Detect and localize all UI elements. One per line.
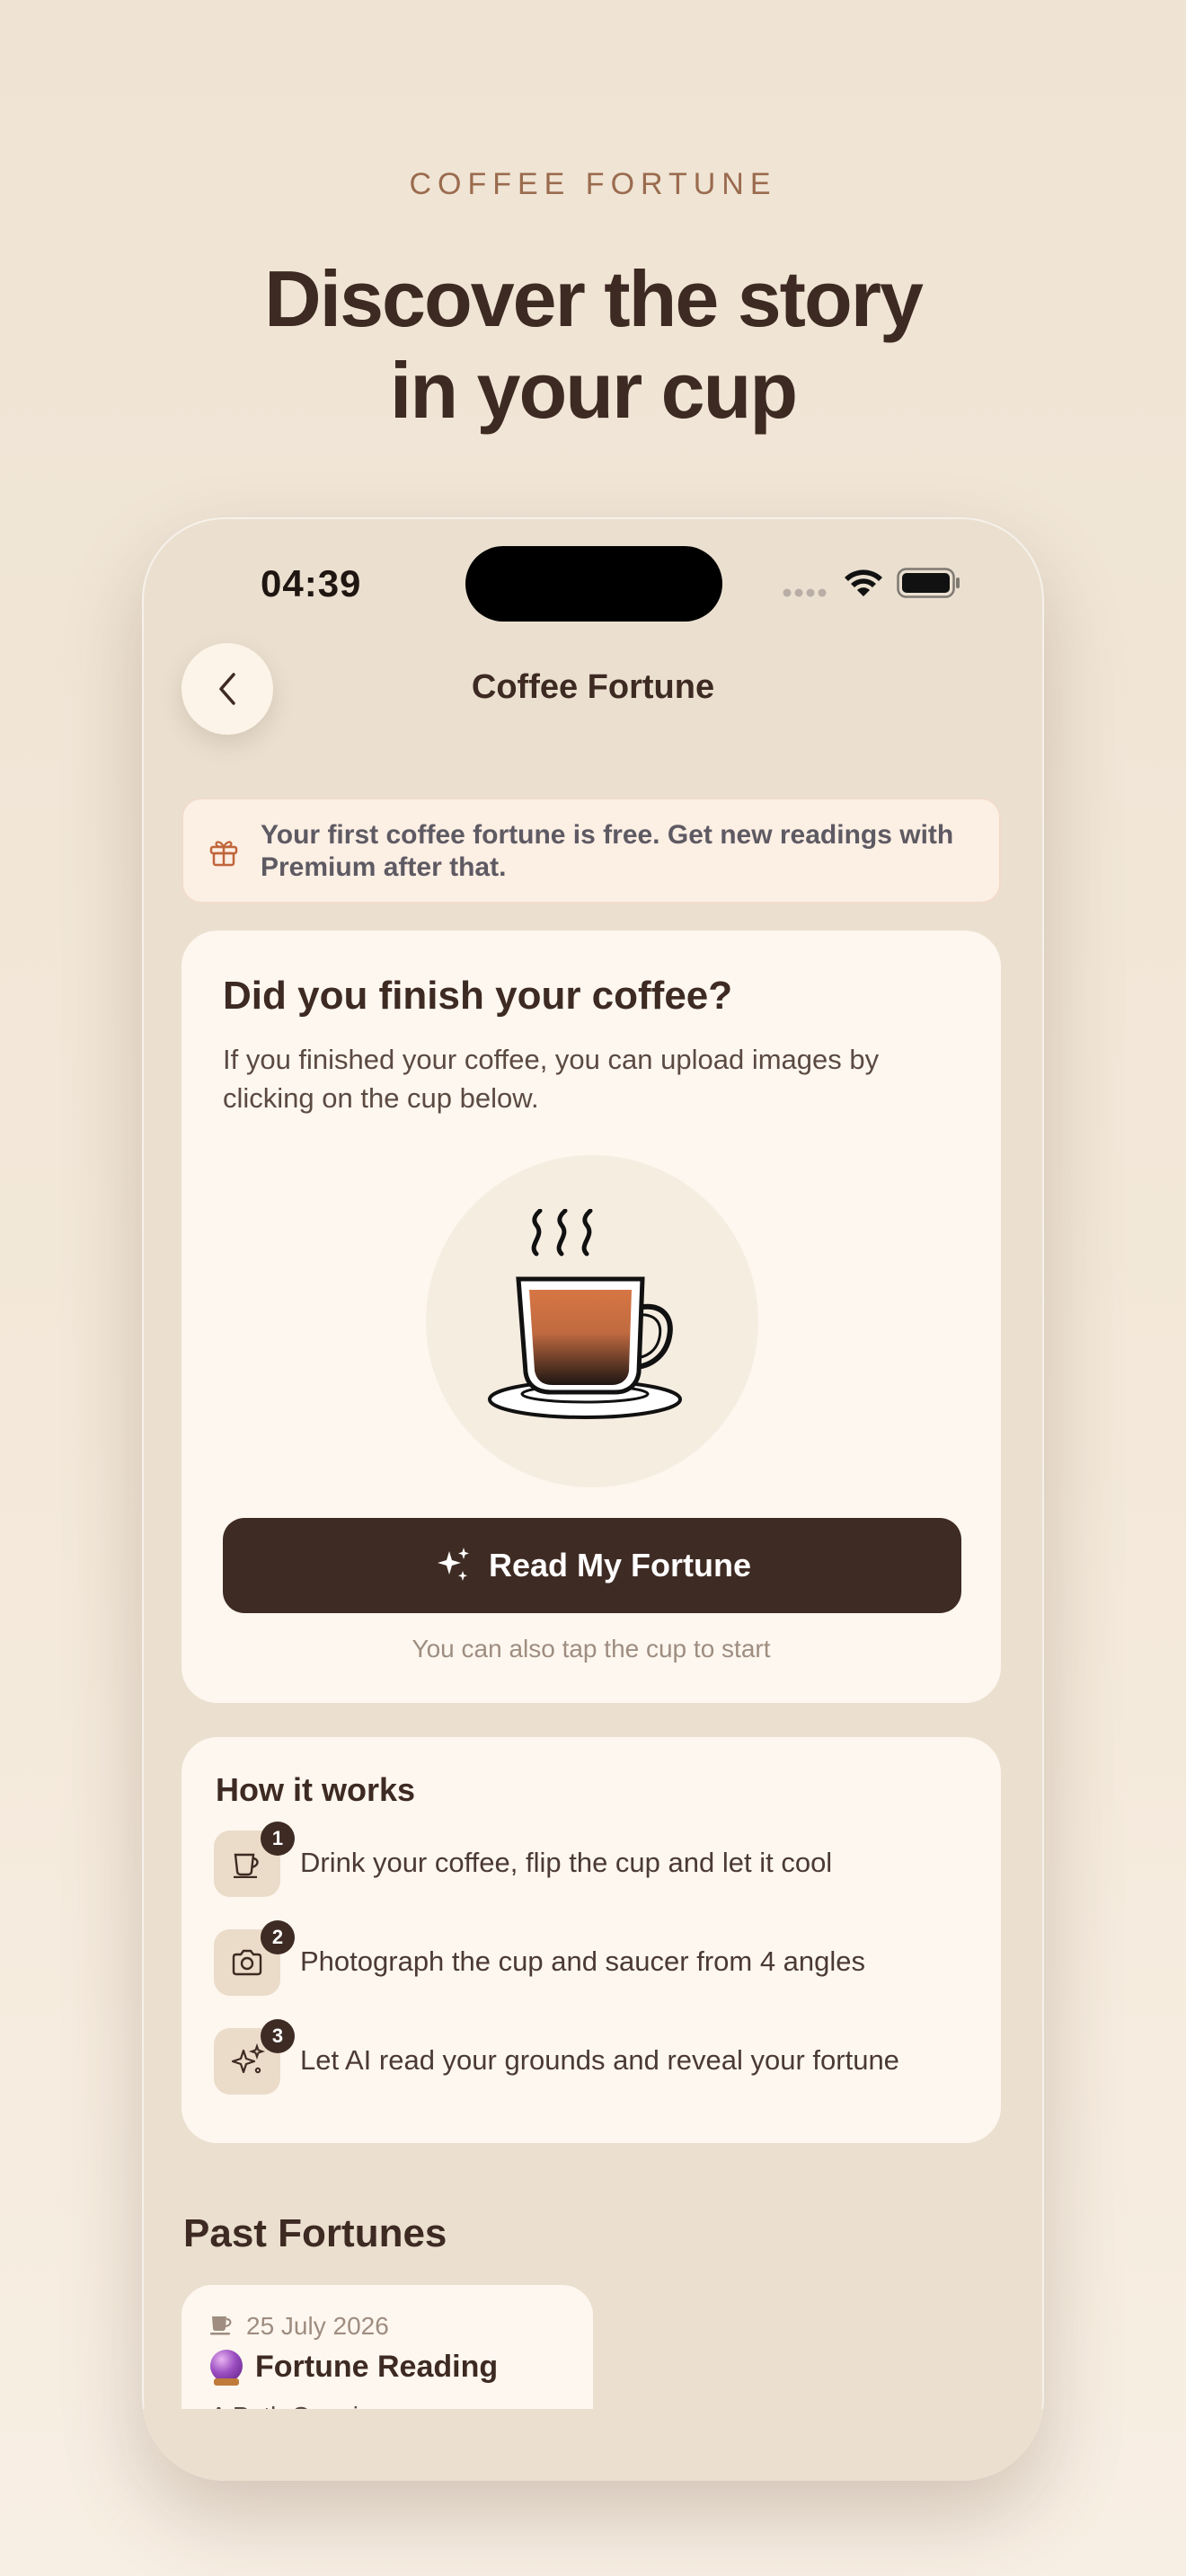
read-button-label: Read My Fortune — [488, 1547, 752, 1584]
cup-icon — [210, 2316, 232, 2335]
step-text: Let AI read your grounds and reveal your… — [300, 2044, 899, 2076]
wifi-icon — [845, 569, 882, 596]
sparkles-icon — [437, 1548, 469, 1581]
crystal-ball-base — [214, 2378, 239, 2386]
how-it-works-card: How it works 1 Drink your coffee, flip t… — [181, 1737, 1001, 2143]
dynamic-island — [465, 546, 722, 622]
crystal-ball-icon — [210, 2350, 243, 2382]
past-fortunes-title: Past Fortunes — [183, 2211, 447, 2255]
fortune-title: Fortune Reading — [255, 2350, 499, 2384]
signal-dots-icon — [783, 588, 827, 597]
phone-frame: 04:39 Coffee Fortune Your first coffee f… — [142, 517, 1044, 2481]
step-number-badge: 1 — [261, 1822, 295, 1856]
step-2: 2 Photograph the cup and saucer from 4 a… — [214, 1920, 969, 1998]
promo-eyebrow: COFFEE FORTUNE — [409, 167, 777, 201]
cup-icon — [234, 1853, 259, 1878]
nav-title: Coffee Fortune — [471, 668, 715, 706]
how-it-works-title: How it works — [216, 1771, 416, 1808]
step-3: 3 Let AI read your grounds and reveal yo… — [214, 2019, 969, 2096]
step-text: Drink your coffee, flip the cup and let … — [300, 1847, 833, 1878]
free-reading-banner: Your first coffee fortune is free. Get n… — [181, 798, 1001, 904]
step-number-badge: 2 — [261, 1920, 295, 1954]
finish-coffee-card: Did you finish your coffee? If you finis… — [181, 931, 1001, 1703]
card-description: If you finished your coffee, you can upl… — [223, 1044, 880, 1114]
camera-icon — [232, 1949, 262, 1976]
step-text: Photograph the cup and saucer from 4 ang… — [300, 1945, 866, 1977]
gift-icon — [209, 841, 238, 867]
sparkles-icon — [231, 2043, 265, 2074]
step-number-badge: 3 — [261, 2019, 295, 2053]
read-my-fortune-button[interactable]: Read My Fortune — [223, 1518, 961, 1613]
card-title: Did you finish your coffee? — [223, 974, 733, 1018]
battery-icon — [897, 568, 960, 598]
headline-line-2: in your cup — [389, 346, 798, 435]
step-1: 1 Drink your coffee, flip the cup and le… — [214, 1822, 969, 1899]
tap-hint: You can also tap the cup to start — [412, 1635, 771, 1663]
status-time: 04:39 — [261, 562, 362, 604]
fortune-date: 25 July 2026 — [246, 2312, 389, 2340]
banner-text: Your first coffee fortune is free. Get n… — [261, 820, 954, 882]
phone-bottom-mask — [142, 2409, 1044, 2481]
coffee-cup-button[interactable] — [426, 1155, 758, 1487]
headline-line-1: Discover the story — [264, 254, 924, 343]
promo-headline: Discover the story in your cup — [0, 253, 1186, 437]
coffee-cup-icon — [488, 1209, 682, 1419]
